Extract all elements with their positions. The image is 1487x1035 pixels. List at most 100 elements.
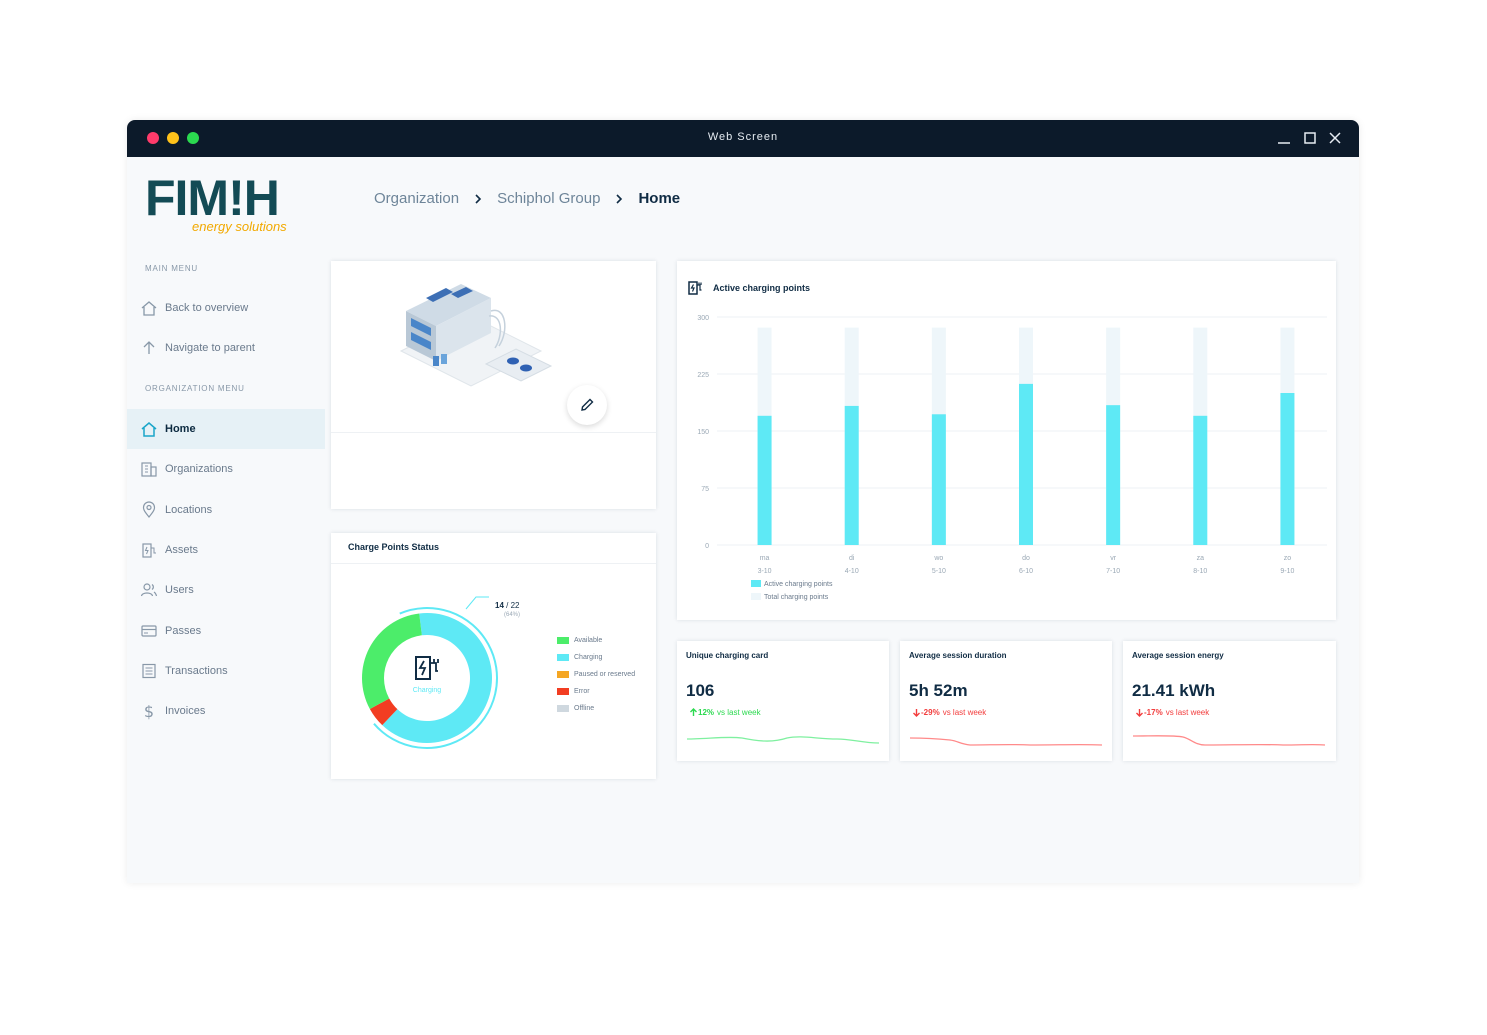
x-tick-label: zo <box>1284 555 1292 562</box>
legend-swatch <box>557 688 569 695</box>
stat-delta-suffix: vs last week <box>717 708 761 717</box>
legend-label: Error <box>574 688 590 695</box>
stat-value: 106 <box>686 681 715 700</box>
x-tick-label: vr <box>1110 555 1117 562</box>
charger-icon <box>139 540 159 560</box>
stat-delta-suffix: vs last week <box>942 708 987 717</box>
y-tick-label: 300 <box>697 315 709 322</box>
legend-item-charging: Charging <box>557 654 602 661</box>
sidebar-item-invoices[interactable]: $ Invoices <box>127 691 325 731</box>
legend-swatch <box>557 637 569 644</box>
bar-active <box>844 405 859 545</box>
stat-value: 5h 52m <box>909 681 968 700</box>
stat-delta-percent: -29% <box>921 708 940 717</box>
y-tick-label: 75 <box>701 486 709 493</box>
maximize-icon[interactable] <box>1301 129 1319 147</box>
pencil-icon <box>581 398 594 411</box>
stat-delta-suffix: vs last week <box>1165 708 1210 717</box>
legend-swatch <box>557 705 569 712</box>
minimize-icon[interactable] <box>1275 129 1293 147</box>
list-icon <box>139 661 159 681</box>
legend-swatch <box>751 580 761 587</box>
location-image-card <box>331 261 656 509</box>
sidebar-item-label: Home <box>165 423 196 435</box>
legend-label: Total charging points <box>764 594 829 601</box>
home-icon <box>139 298 159 318</box>
stat-title: Average session energy <box>1132 651 1224 660</box>
sidebar-item-navigate-to-parent[interactable]: Navigate to parent <box>127 328 325 368</box>
bar-active <box>1106 405 1121 545</box>
active-charging-points-card: Active charging points 0 75 150 225 300 ma 3-1… <box>677 261 1336 620</box>
x-tick-date-label: 9-10 <box>1280 568 1294 575</box>
dollar-icon: $ <box>139 701 159 721</box>
arrow-down-icon <box>1136 709 1143 717</box>
x-tick-date-label: 3-10 <box>758 568 772 575</box>
legend-swatch <box>557 654 569 661</box>
bar-active <box>1019 383 1033 545</box>
window-title: Web Screen <box>707 131 779 143</box>
brand-logo[interactable]: FIM!H energy solutions <box>145 170 305 240</box>
breadcrumb-home: Home <box>638 190 681 207</box>
status-donut-chart <box>362 596 498 749</box>
charge-points-status-card: Charge Points Status Charging 14 / 22 (6… <box>331 533 656 779</box>
legend-label: Offline <box>574 705 595 712</box>
stat-delta-percent: -17% <box>1144 708 1163 717</box>
legend-label: Available <box>574 637 603 644</box>
card-icon <box>139 621 159 641</box>
sidebar-item-transactions[interactable]: Transactions <box>127 651 325 691</box>
home-icon <box>139 419 159 439</box>
browser-window: Web Screen FIM!H energy solutions MAIN M… <box>127 120 1359 883</box>
donut-center-label: Charging <box>412 687 442 694</box>
legend-item-error: Error <box>557 688 590 695</box>
breadcrumb-schiphol-group[interactable]: Schiphol Group <box>497 190 600 207</box>
y-tick-label: 225 <box>697 372 709 379</box>
legend-item-available: Available <box>557 637 602 644</box>
legend-label: Active charging points <box>764 581 833 588</box>
charger-icon <box>415 656 439 680</box>
sidebar-item-passes[interactable]: Passes <box>127 611 325 651</box>
sidebar-item-label: Organizations <box>165 463 233 475</box>
bar-active <box>1193 415 1208 545</box>
legend-label: Paused or reserved <box>574 671 636 678</box>
divider <box>331 432 656 433</box>
close-icon[interactable] <box>1326 129 1344 147</box>
status-callout: 14 / 22 <box>495 601 520 610</box>
active-charging-bar-chart: 0 75 150 225 300 ma 3-10 di 4-10 wo 5-10 do 6-10 vr 7-… <box>697 315 1327 601</box>
legend-item-offline: Offline <box>557 705 594 712</box>
x-tick-date-label: 8-10 <box>1193 568 1207 575</box>
stat-title: Average session duration <box>909 651 1007 660</box>
building-illustration <box>399 284 553 387</box>
callout-percent: (64%) <box>504 612 521 618</box>
organization-menu-heading: ORGANIZATION MENU <box>145 384 245 393</box>
stat-delta: 12% vs last week <box>689 708 761 717</box>
stat-card-unique-charging-card: Unique charging card 106 12% vs last wee… <box>677 641 889 761</box>
divider <box>331 563 656 564</box>
sidebar-item-back-to-overview[interactable]: Back to overview <box>127 288 325 328</box>
stat-card-average-session-duration: Average session duration 5h 52m -29% vs … <box>900 641 1112 761</box>
breadcrumb-organization[interactable]: Organization <box>374 190 459 207</box>
x-tick-date-label: 7-10 <box>1106 568 1120 575</box>
callout-total: 22 <box>510 601 520 610</box>
sidebar-item-label: Transactions <box>165 665 228 677</box>
sidebar-item-home[interactable]: Home <box>127 409 325 449</box>
x-tick-label: di <box>849 555 855 562</box>
card-title: Charge Points Status <box>348 542 440 552</box>
sidebar-item-label: Assets <box>165 544 199 556</box>
x-tick-date-label: 6-10 <box>1019 568 1033 575</box>
location-pin-icon <box>139 500 159 520</box>
chevron-right-icon <box>471 192 485 206</box>
x-tick-label: ma <box>760 555 770 562</box>
bar-active <box>931 414 946 545</box>
stat-card-average-session-energy: Average session energy 21.41 kWh -17% vs… <box>1123 641 1336 761</box>
bar-active <box>1280 393 1295 545</box>
legend-item-paused: Paused or reserved <box>557 671 635 678</box>
edit-button[interactable] <box>567 385 607 425</box>
x-tick-label: do <box>1022 555 1030 562</box>
sidebar-item-locations[interactable]: Locations <box>127 490 325 530</box>
sidebar-item-label: Invoices <box>165 705 206 717</box>
sidebar-item-users[interactable]: Users <box>127 570 325 610</box>
x-tick-label: wo <box>933 555 943 562</box>
sidebar-item-assets[interactable]: Assets <box>127 530 325 570</box>
chart-title: Active charging points <box>713 283 811 293</box>
sidebar-item-organizations[interactable]: Organizations <box>127 449 325 489</box>
